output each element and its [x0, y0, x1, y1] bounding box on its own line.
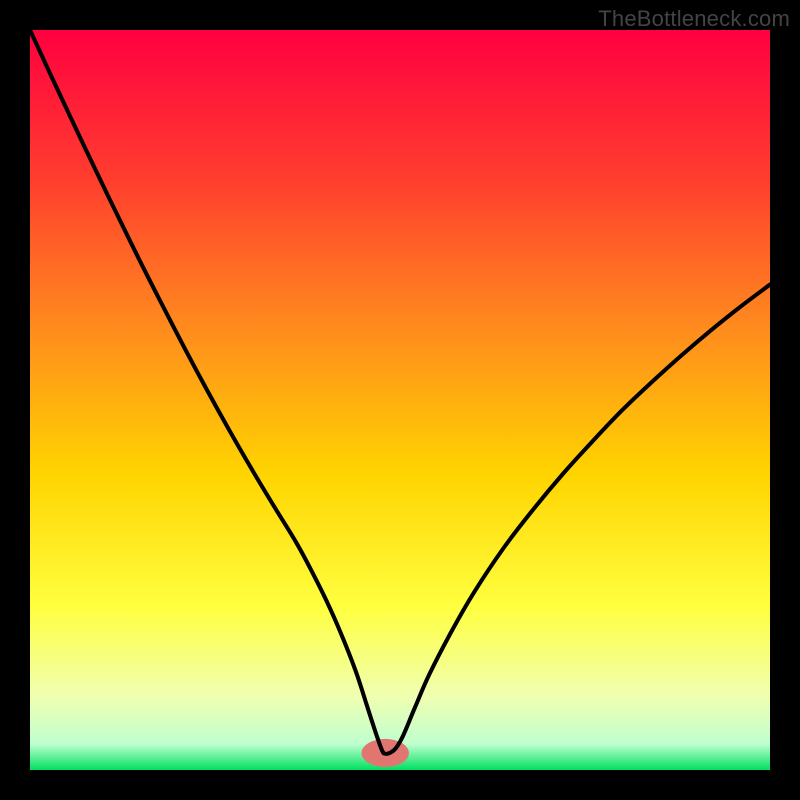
plot-background: [30, 30, 770, 770]
bottleneck-plot: [30, 30, 770, 770]
watermark-text: TheBottleneck.com: [598, 6, 790, 32]
chart-frame: TheBottleneck.com: [0, 0, 800, 800]
